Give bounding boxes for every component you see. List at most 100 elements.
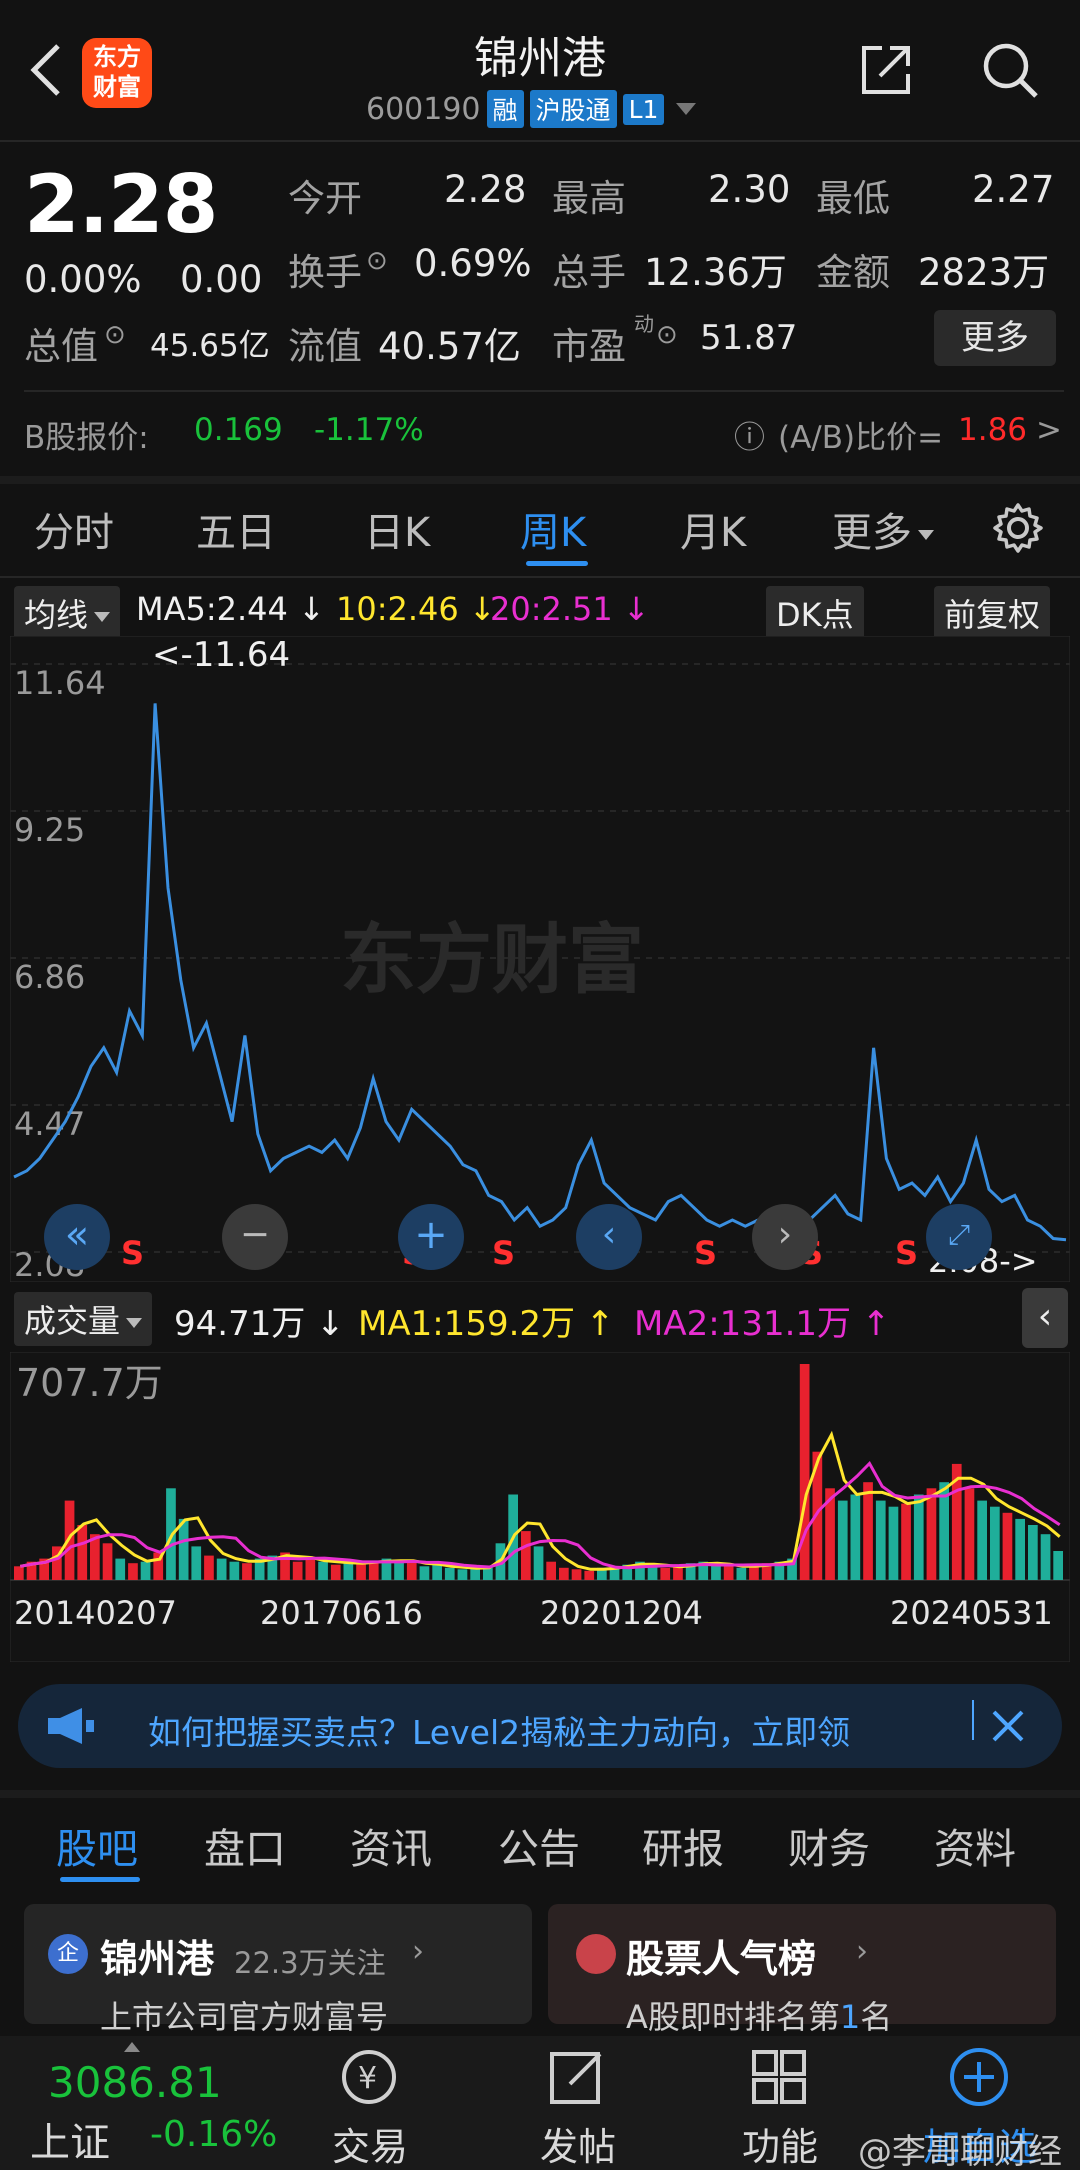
volume-bar <box>990 1506 1000 1580</box>
rank-number: 1 <box>839 1998 861 2036</box>
zoom-out-icon[interactable]: − <box>222 1204 288 1270</box>
info-icon[interactable]: ⊙ <box>656 320 678 350</box>
chevron-up-icon[interactable] <box>124 2042 140 2052</box>
dk-point-button[interactable]: DK点 <box>766 586 864 640</box>
volume-selector[interactable]: 成交量 <box>14 1292 153 1346</box>
divider <box>0 576 1080 578</box>
volume-bar <box>115 1558 126 1580</box>
chevron-down-icon <box>918 530 934 540</box>
high-label: 最高 <box>552 177 626 220</box>
official-account-desc: 上市公司官方财富号 <box>100 1998 389 2036</box>
grid-icon[interactable] <box>748 2046 810 2108</box>
info-icon[interactable]: ⊙ <box>104 320 126 350</box>
chevron-down-icon <box>126 1318 143 1328</box>
add-icon[interactable] <box>948 2046 1010 2108</box>
stock-code-line[interactable]: 600190 融 沪股通 L1 <box>366 90 697 128</box>
tab-week-k[interactable]: 周K <box>520 500 586 558</box>
index-change: -0.16% <box>150 2114 278 2155</box>
volume-bar <box>1002 1512 1013 1580</box>
close-icon[interactable] <box>988 1706 1028 1746</box>
fullscreen-icon[interactable]: ⤢ <box>926 1204 992 1270</box>
tab-day-k[interactable]: 日K <box>364 500 430 558</box>
tab-fenshi[interactable]: 分时 <box>34 500 114 558</box>
trade-icon[interactable]: ¥ <box>334 2048 404 2106</box>
chart-badge-icon <box>576 1934 616 1974</box>
scroll-right-icon[interactable]: › <box>752 1204 818 1270</box>
volume-bar <box>711 1564 721 1580</box>
volume-ma1: MA1:159.2万 ↑ <box>358 1304 615 1344</box>
volume-bar <box>673 1566 683 1580</box>
scroll-left-fast-icon[interactable]: « <box>44 1204 110 1270</box>
volume-readout: 94.71万 ↓ <box>174 1304 345 1344</box>
ma-selector[interactable]: 均线 <box>14 586 121 640</box>
open-label: 今开 <box>288 177 362 220</box>
volume-bar <box>292 1561 303 1580</box>
tab-guba[interactable]: 股吧 <box>56 1815 138 1875</box>
pe-sup: 动 <box>634 312 654 336</box>
rank-suffix: 名 <box>860 1998 893 2036</box>
volume-chart[interactable]: 707.7万 20140207 20170616 20201204 20240531 <box>10 1352 1070 1662</box>
volume-value: 12.36万 <box>644 251 787 294</box>
level-tag: L1 <box>622 93 665 125</box>
float-label: 流值 <box>288 325 362 368</box>
info-icon[interactable]: ⊙ <box>366 246 388 276</box>
tab-announcements[interactable]: 公告 <box>498 1815 580 1875</box>
volume-bar <box>559 1567 569 1580</box>
amount-value: 2823万 <box>918 251 1050 294</box>
tab-pankou[interactable]: 盘口 <box>204 1815 286 1875</box>
volume-bar <box>242 1563 252 1580</box>
volume-bar <box>571 1569 582 1580</box>
card-stock-name: 锦州港 <box>100 1937 215 1981</box>
nav-trade[interactable]: 交易 <box>300 2116 440 2170</box>
sell-signal-marker: S <box>895 1234 918 1272</box>
help-icon[interactable]: ⓘ <box>734 412 765 457</box>
volume-bar <box>875 1500 886 1580</box>
volume-bar <box>901 1503 911 1580</box>
tab-research[interactable]: 研报 <box>642 1815 724 1875</box>
volume-bar <box>964 1488 975 1580</box>
index-value[interactable]: 3086.81 <box>48 2058 222 2107</box>
volume-bar <box>1040 1534 1051 1580</box>
more-button[interactable]: 更多 <box>934 310 1056 366</box>
volume-bar <box>343 1561 354 1580</box>
volume-bar <box>229 1561 240 1580</box>
tab-more[interactable]: 更多 <box>832 500 934 558</box>
follower-count: 22.3万关注 <box>234 1946 386 1980</box>
tab-month-k[interactable]: 月K <box>680 500 746 558</box>
adjust-button[interactable]: 前复权 <box>934 586 1051 640</box>
promo-banner-text[interactable]: 如何把握买卖点？Level2揭秘主力动向，立即领 <box>148 1706 850 1754</box>
b-share-label: B股报价: <box>24 420 149 456</box>
chevron-right-icon: › <box>856 1934 868 1969</box>
ab-ratio-label[interactable]: (A/B)比价= <box>778 412 943 457</box>
tab-news[interactable]: 资讯 <box>350 1815 432 1875</box>
tab-financials[interactable]: 财务 <box>788 1815 870 1875</box>
post-icon[interactable] <box>546 2046 608 2108</box>
chevron-down-icon <box>676 103 697 115</box>
volume-bar <box>444 1567 455 1580</box>
ma10-value: 10:2.46 <box>336 590 459 628</box>
divider <box>972 1700 974 1740</box>
zoom-in-icon[interactable]: + <box>398 1204 464 1270</box>
nav-functions[interactable]: 功能 <box>710 2116 850 2170</box>
date-tick-label: 20240531 <box>890 1594 1053 1632</box>
index-name[interactable]: 上证 <box>30 2110 110 2168</box>
price-chart[interactable]: 东方财富 11.649.256.864.472.08 SSSSSSSS <-11… <box>10 636 1070 1282</box>
chevron-right-icon[interactable]: > <box>1036 412 1062 448</box>
nav-post[interactable]: 发帖 <box>508 2116 648 2170</box>
high-value: 2.30 <box>708 168 791 211</box>
volume-bar <box>977 1500 987 1580</box>
tab-five-day[interactable]: 五日 <box>196 500 276 558</box>
collapse-panel-icon[interactable]: ‹ <box>1022 1288 1068 1348</box>
scroll-left-icon[interactable]: ‹ <box>576 1204 642 1270</box>
gear-icon[interactable] <box>992 502 1044 554</box>
volume-bar <box>330 1564 341 1580</box>
volume-bar <box>14 1566 24 1580</box>
share-icon[interactable] <box>858 42 914 98</box>
volume-bar <box>647 1566 658 1580</box>
volume-bar <box>584 1570 595 1580</box>
turnover-label: 换手 <box>288 251 362 294</box>
search-icon[interactable] <box>980 40 1040 100</box>
amount-label: 金额 <box>816 251 890 294</box>
volume-bar <box>723 1566 734 1580</box>
tab-profile[interactable]: 资料 <box>934 1815 1016 1875</box>
